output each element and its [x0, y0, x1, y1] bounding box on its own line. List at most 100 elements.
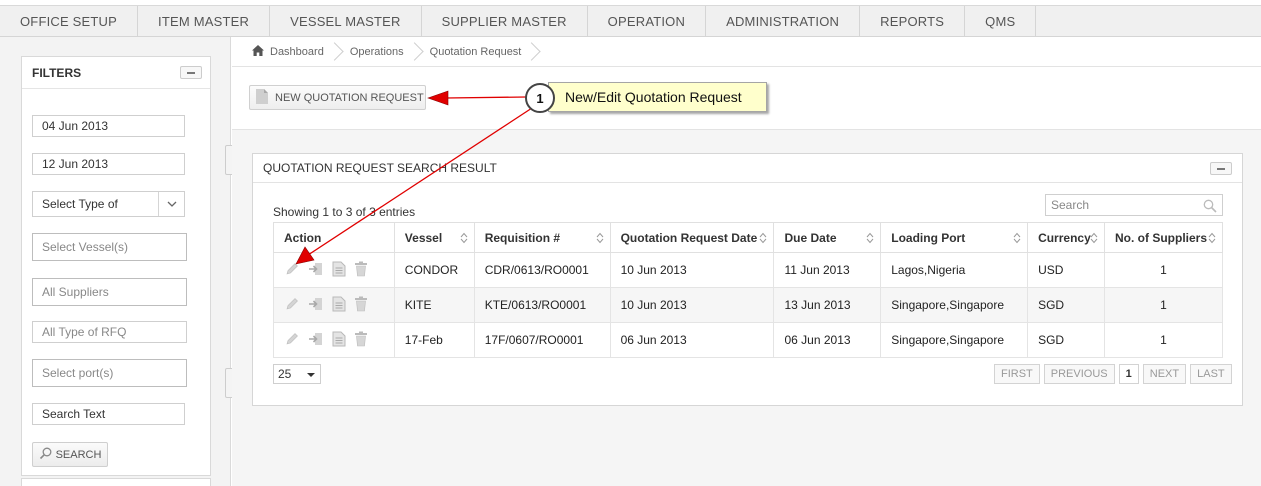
breadcrumb-operations[interactable]: Operations — [350, 46, 404, 58]
table-row: 17-Feb 17F/0607/RO0001 06 Jun 2013 06 Ju… — [273, 322, 1223, 358]
view-document-icon[interactable] — [332, 296, 346, 315]
delete-icon[interactable] — [354, 331, 368, 350]
chevron-down-icon — [158, 192, 184, 216]
pager-page-1[interactable]: 1 — [1118, 364, 1139, 384]
breadcrumb: Dashboard Operations Quotation Request — [232, 37, 1261, 67]
sort-icon — [460, 232, 468, 244]
view-document-icon[interactable] — [332, 331, 346, 350]
cell-currency: USD — [1027, 252, 1106, 288]
table-row: CONDOR CDR/0613/RO0001 10 Jun 2013 11 Ju… — [273, 252, 1223, 288]
sidebar: FILTERS 04 Jun 2013 12 Jun 2013 Select T… — [0, 37, 231, 486]
sort-icon — [596, 232, 603, 244]
nav-office-setup[interactable]: OFFICE SETUP — [0, 6, 139, 36]
sort-icon — [866, 232, 874, 244]
nav-operation[interactable]: OPERATION — [588, 6, 707, 36]
cell-requisition: CDR/0613/RO0001 — [473, 252, 611, 288]
edit-icon[interactable] — [284, 296, 300, 315]
table-search-input[interactable]: Search — [1045, 194, 1223, 216]
col-suppliers[interactable]: No. of Suppliers — [1104, 222, 1223, 253]
col-currency[interactable]: Currency — [1027, 222, 1106, 253]
col-due-date-label: Due Date — [784, 230, 837, 245]
send-icon[interactable] — [308, 261, 324, 280]
callout-label: New/Edit Quotation Request — [548, 82, 767, 112]
col-request-date[interactable]: Quotation Request Date — [609, 222, 775, 253]
nav-supplier-master[interactable]: SUPPLIER MASTER — [422, 6, 588, 36]
showing-entries: Showing 1 to 3 of 3 entries — [273, 205, 416, 219]
table-header-row: Action Vessel Requisition # Quotation Re… — [273, 222, 1223, 253]
breadcrumb-quotation-request: Quotation Request — [429, 45, 522, 58]
search-button-label: SEARCH — [55, 448, 102, 461]
search-icon — [39, 447, 52, 463]
search-button[interactable]: SEARCH — [32, 442, 108, 467]
delete-icon[interactable] — [354, 261, 368, 280]
filters-collapse-button[interactable] — [180, 66, 202, 79]
pager-previous[interactable]: PREVIOUS — [1043, 364, 1115, 384]
panel-collapse-button[interactable] — [1210, 161, 1232, 175]
page: OFFICE SETUP ITEM MASTER VESSEL MASTER S… — [0, 0, 1261, 486]
nav-vessel-master[interactable]: VESSEL MASTER — [270, 6, 422, 36]
col-currency-label: Currency — [1038, 230, 1091, 245]
new-quotation-request-button[interactable]: NEW QUOTATION REQUEST — [249, 85, 426, 110]
send-icon[interactable] — [308, 296, 324, 315]
send-icon[interactable] — [308, 331, 324, 350]
col-vessel[interactable]: Vessel — [393, 222, 475, 253]
row-actions — [273, 322, 395, 358]
page-size-value: 25 — [278, 367, 292, 381]
filters-header: FILTERS — [22, 57, 210, 89]
vessels-select[interactable]: Select Vessel(s) — [32, 233, 187, 261]
breadcrumb-dashboard[interactable]: Dashboard — [252, 44, 324, 59]
delete-icon[interactable] — [354, 296, 368, 315]
sidebar-next-panel — [21, 478, 211, 486]
cell-vessel: KITE — [393, 287, 475, 323]
date-from-input[interactable]: 04 Jun 2013 — [32, 115, 185, 137]
callout-number: 1 — [525, 83, 555, 113]
row-actions — [273, 287, 395, 323]
cell-request-date: 06 Jun 2013 — [609, 322, 775, 358]
nav-reports[interactable]: REPORTS — [860, 6, 966, 36]
col-due-date[interactable]: Due Date — [773, 222, 882, 253]
pager-first[interactable]: FIRST — [994, 364, 1040, 384]
caret-down-icon — [307, 373, 315, 377]
filters-title: FILTERS — [32, 65, 82, 80]
col-requisition[interactable]: Requisition # — [473, 222, 611, 253]
type-select[interactable]: Select Type of — [32, 191, 185, 217]
rfq-type-select[interactable]: All Type of RFQ — [32, 321, 187, 343]
breadcrumb-separator — [404, 37, 430, 67]
filters-panel: FILTERS 04 Jun 2013 12 Jun 2013 Select T… — [21, 56, 211, 476]
home-icon — [252, 44, 264, 59]
page-size-select[interactable]: 25 — [273, 364, 321, 384]
panel-title: QUOTATION REQUEST SEARCH RESULT — [263, 161, 497, 175]
row-actions — [273, 252, 395, 288]
nav-qms[interactable]: QMS — [965, 6, 1037, 36]
panel-header: QUOTATION REQUEST SEARCH RESULT — [253, 154, 1242, 183]
nav-administration[interactable]: ADMINISTRATION — [706, 6, 861, 36]
suppliers-select[interactable]: All Suppliers — [32, 278, 187, 306]
cell-request-date: 10 Jun 2013 — [609, 252, 775, 288]
col-loading-port-label: Loading Port — [891, 230, 966, 245]
cell-request-date: 10 Jun 2013 — [609, 287, 775, 323]
type-select-value: Select Type of — [42, 197, 118, 211]
pagination: FIRST PREVIOUS 1 NEXT LAST — [994, 364, 1232, 384]
pager-last[interactable]: LAST — [1190, 364, 1232, 384]
pager-next[interactable]: NEXT — [1142, 364, 1187, 384]
col-loading-port[interactable]: Loading Port — [880, 222, 1029, 253]
col-action: Action — [273, 222, 395, 253]
cell-loading-port: Singapore,Singapore — [880, 322, 1029, 358]
cell-currency: SGD — [1027, 322, 1106, 358]
breadcrumb-separator — [521, 37, 547, 67]
edit-icon[interactable] — [284, 261, 300, 280]
sort-icon — [1090, 232, 1098, 244]
ports-select[interactable]: Select port(s) — [32, 359, 187, 387]
search-text-input[interactable]: Search Text — [32, 403, 185, 425]
date-to-input[interactable]: 12 Jun 2013 — [32, 153, 185, 175]
edit-icon[interactable] — [284, 331, 300, 350]
breadcrumb-separator — [324, 37, 350, 67]
view-document-icon[interactable] — [332, 261, 346, 280]
search-result-panel: QUOTATION REQUEST SEARCH RESULT Showing … — [252, 153, 1243, 406]
col-requisition-label: Requisition # — [484, 230, 561, 245]
document-icon — [256, 88, 268, 107]
nav-item-master[interactable]: ITEM MASTER — [138, 6, 271, 36]
main-nav: OFFICE SETUP ITEM MASTER VESSEL MASTER S… — [0, 6, 1261, 37]
cell-suppliers: 1 — [1104, 287, 1223, 323]
cell-due-date: 11 Jun 2013 — [773, 252, 882, 288]
